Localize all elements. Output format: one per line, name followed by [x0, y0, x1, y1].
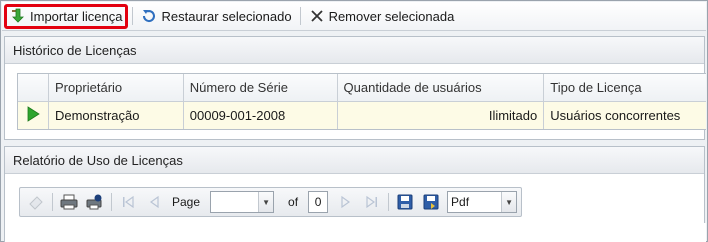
row-indicator-cell — [18, 102, 49, 129]
export-format-value: Pdf — [451, 195, 470, 209]
page-label: Page — [172, 195, 201, 209]
window-frame: Importar licença Restaurar selecionado R… — [0, 0, 708, 242]
export-format-select[interactable]: Pdf ▼ — [447, 191, 518, 213]
report-viewer-toolbar: Page ▼ of 0 Pdf ▼ — [19, 187, 522, 217]
of-label: of — [288, 195, 299, 209]
document-map-icon[interactable] — [26, 192, 46, 212]
next-page-icon[interactable] — [336, 192, 356, 212]
toolbar-separator — [299, 7, 301, 25]
table-row[interactable]: Demonstração 00009-001-2008 Ilimitado Us… — [18, 102, 706, 129]
report-toolbar-separator — [388, 193, 390, 211]
previous-page-icon[interactable] — [144, 192, 164, 212]
cell-owner: Demonstração — [49, 102, 184, 129]
grid-header-indicator — [18, 74, 49, 101]
license-history-panel: Histórico de Licenças Proprietário Númer… — [4, 36, 706, 140]
license-usage-report-title: Relatório de Uso de Licenças — [5, 147, 704, 174]
license-usage-report-panel: Relatório de Uso de Licenças Page ▼ of 0… — [4, 146, 706, 242]
column-header-serial[interactable]: Número de Série — [184, 74, 338, 101]
report-toolbar-separator — [111, 193, 112, 211]
main-toolbar: Importar licença Restaurar selecionado R… — [2, 2, 706, 31]
license-history-title: Histórico de Licenças — [5, 37, 704, 64]
import-license-label: Importar licença — [30, 8, 123, 24]
remove-x-icon — [309, 8, 325, 24]
chevron-down-icon[interactable]: ▼ — [258, 192, 274, 212]
last-page-icon[interactable] — [362, 192, 382, 212]
remove-selected-label: Remover selecionada — [328, 8, 455, 24]
column-header-license-type[interactable]: Tipo de Licença — [544, 74, 706, 101]
report-toolbar-separator — [52, 193, 53, 211]
restore-selected-button[interactable]: Restaurar selecionado — [137, 4, 295, 28]
restore-selected-label: Restaurar selecionado — [161, 8, 292, 24]
toolbar-separator — [132, 7, 134, 25]
save-icon[interactable] — [395, 192, 415, 212]
total-pages-value: 0 — [308, 191, 329, 213]
chevron-down-icon[interactable]: ▼ — [501, 192, 517, 212]
license-history-grid: Proprietário Número de Série Quantidade … — [17, 73, 706, 130]
column-header-owner[interactable]: Proprietário — [49, 74, 184, 101]
cell-serial: 00009-001-2008 — [184, 102, 338, 129]
import-download-icon — [10, 8, 26, 24]
report-content-area — [29, 223, 706, 242]
page-number-value — [211, 192, 258, 212]
first-page-icon[interactable] — [118, 192, 138, 212]
column-header-users[interactable]: Quantidade de usuários — [338, 74, 545, 101]
cell-license-type: Usuários concorrentes — [550, 108, 681, 123]
restore-icon — [141, 8, 157, 24]
cell-users: Ilimitado — [338, 102, 545, 129]
grid-header-row: Proprietário Número de Série Quantidade … — [18, 74, 706, 102]
print-preview-icon[interactable] — [85, 192, 105, 212]
print-icon[interactable] — [59, 192, 79, 212]
import-license-button[interactable]: Importar licença — [4, 3, 129, 29]
play-arrow-icon — [26, 106, 40, 125]
remove-selected-button[interactable]: Remover selecionada — [305, 4, 459, 28]
page-number-combo[interactable]: ▼ — [210, 191, 275, 213]
export-icon[interactable] — [421, 192, 441, 212]
